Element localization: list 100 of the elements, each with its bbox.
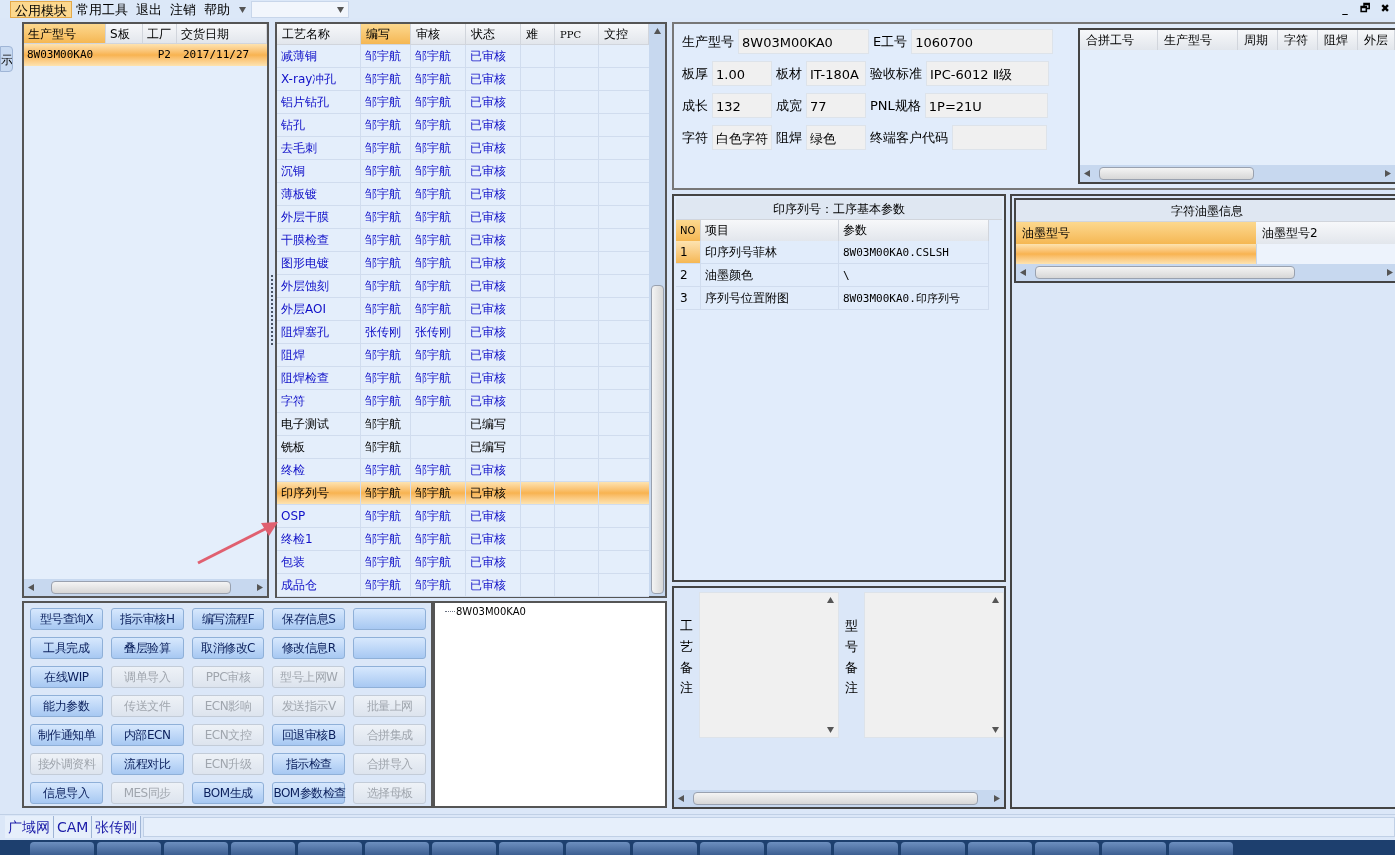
column-header[interactable]: 难 bbox=[521, 24, 555, 44]
splitter-handle[interactable] bbox=[270, 275, 274, 345]
taskbar-button[interactable] bbox=[1169, 842, 1233, 855]
taskbar-button[interactable] bbox=[901, 842, 965, 855]
scroll-right-icon[interactable] bbox=[1386, 269, 1393, 276]
action-button[interactable]: BOM生成 bbox=[191, 782, 265, 804]
table-row[interactable]: 铣板 邹宇航 已编写 bbox=[277, 436, 649, 459]
taskbar-button[interactable] bbox=[1102, 842, 1166, 855]
scroll-right-icon[interactable] bbox=[1384, 170, 1391, 177]
text-field[interactable]: 1.00 bbox=[712, 61, 772, 86]
column-header[interactable]: 审核 bbox=[411, 24, 466, 44]
scroll-up-icon[interactable] bbox=[653, 28, 661, 35]
taskbar-button[interactable] bbox=[164, 842, 228, 855]
taskbar-button[interactable] bbox=[633, 842, 697, 855]
table-row[interactable]: X-ray冲孔 邹宇航 邹宇航 已审核 bbox=[277, 68, 649, 91]
horizontal-scrollbar[interactable] bbox=[1016, 264, 1395, 281]
vertical-scrollbar[interactable] bbox=[649, 24, 665, 596]
text-field[interactable]: 132 bbox=[712, 93, 772, 118]
column-header[interactable]: 合拼工号 bbox=[1080, 30, 1158, 50]
table-row[interactable]: 印序列号 邹宇航 邹宇航 已审核 bbox=[277, 482, 649, 505]
text-field[interactable]: 白色字符 bbox=[712, 125, 772, 150]
action-button[interactable] bbox=[353, 637, 426, 659]
table-row[interactable]: 薄板镀 邹宇航 邹宇航 已审核 bbox=[277, 183, 649, 206]
text-field[interactable]: IPC-6012 Ⅱ级 bbox=[926, 61, 1049, 86]
column-header[interactable]: 字符 bbox=[1278, 30, 1318, 50]
taskbar-button[interactable] bbox=[298, 842, 362, 855]
table-row[interactable]: OSP 邹宇航 邹宇航 已审核 bbox=[277, 505, 649, 528]
window-control-button[interactable]: ✖ bbox=[1375, 0, 1395, 18]
taskbar-button[interactable] bbox=[700, 842, 764, 855]
action-button[interactable]: 指示检查 bbox=[272, 753, 346, 775]
column-header[interactable]: S板 bbox=[106, 24, 143, 43]
tree-node[interactable]: 8W03M00KA0 bbox=[456, 604, 526, 619]
action-button[interactable]: BOM参数检查 bbox=[272, 782, 346, 804]
table-row[interactable]: 8W03M00KA0 P2 2017/11/27 bbox=[24, 44, 267, 66]
taskbar-button[interactable] bbox=[499, 842, 563, 855]
action-button[interactable]: 编写流程F bbox=[191, 608, 265, 630]
taskbar-button[interactable] bbox=[1035, 842, 1099, 855]
column-header[interactable]: 工厂 bbox=[143, 24, 177, 43]
action-button[interactable]: 指示审核H bbox=[110, 608, 184, 630]
caret-icon[interactable] bbox=[239, 5, 246, 13]
window-control-button[interactable]: 🗗 bbox=[1355, 0, 1375, 18]
column-header[interactable]: 参数 bbox=[839, 220, 989, 241]
text-field[interactable]: 1P=21U bbox=[924, 93, 1048, 118]
action-button[interactable]: 内部ECN bbox=[110, 724, 184, 746]
column-header[interactable]: 状态 bbox=[466, 24, 521, 44]
horizontal-scrollbar[interactable] bbox=[1080, 165, 1395, 182]
text-field[interactable]: 绿色 bbox=[806, 125, 866, 150]
taskbar-button[interactable] bbox=[767, 842, 831, 855]
taskbar-button[interactable] bbox=[968, 842, 1032, 855]
column-header[interactable]: 文控 bbox=[599, 24, 649, 44]
action-button[interactable]: 回退审核B bbox=[272, 724, 346, 746]
text-field[interactable]: 8W03M00KA0 bbox=[738, 29, 869, 54]
scroll-left-icon[interactable] bbox=[1084, 170, 1091, 177]
column-header[interactable]: PPC bbox=[555, 24, 599, 44]
table-row[interactable]: 外层蚀刻 邹宇航 邹宇航 已审核 bbox=[277, 275, 649, 298]
table-row[interactable]: 干膜检查 邹宇航 邹宇航 已审核 bbox=[277, 229, 649, 252]
note-field[interactable] bbox=[864, 592, 1004, 738]
taskbar-button[interactable] bbox=[432, 842, 496, 855]
scroll-up-icon[interactable] bbox=[992, 597, 999, 604]
menu-item[interactable]: 帮助 bbox=[200, 0, 234, 18]
table-row[interactable]: 减薄铜 邹宇航 邹宇航 已审核 bbox=[277, 45, 649, 68]
column-header[interactable]: 阻焊 bbox=[1318, 30, 1358, 50]
table-row[interactable]: 阻焊塞孔 张传刚 张传刚 已审核 bbox=[277, 321, 649, 344]
table-row[interactable]: 外层AOI 邹宇航 邹宇航 已审核 bbox=[277, 298, 649, 321]
taskbar-button[interactable] bbox=[97, 842, 161, 855]
table-row[interactable]: 包装 邹宇航 邹宇航 已审核 bbox=[277, 551, 649, 574]
scroll-down-icon[interactable] bbox=[992, 726, 999, 733]
action-button[interactable]: 信息导入 bbox=[30, 782, 103, 804]
action-button[interactable]: 型号查询X bbox=[30, 608, 103, 630]
scroll-right-icon[interactable] bbox=[993, 795, 1000, 802]
column-header[interactable]: NO bbox=[676, 220, 701, 241]
horizontal-scrollbar[interactable] bbox=[674, 790, 1004, 807]
table-row[interactable]: 沉铜 邹宇航 邹宇航 已审核 bbox=[277, 160, 649, 183]
table-row[interactable]: 图形电镀 邹宇航 邹宇航 已审核 bbox=[277, 252, 649, 275]
scroll-up-icon[interactable] bbox=[827, 597, 834, 604]
menu-item[interactable]: 退出 bbox=[132, 0, 166, 18]
column-header[interactable]: 生产型号 bbox=[1158, 30, 1238, 50]
table-row[interactable]: 成品仓 邹宇航 邹宇航 已审核 bbox=[277, 574, 649, 597]
table-row[interactable]: 阻焊 邹宇航 邹宇航 已审核 bbox=[277, 344, 649, 367]
table-row[interactable]: 电子测试 邹宇航 已编写 bbox=[277, 413, 649, 436]
scroll-right-icon[interactable] bbox=[256, 584, 263, 591]
scroll-down-icon[interactable] bbox=[827, 726, 834, 733]
column-header[interactable]: 交货日期 bbox=[177, 24, 267, 43]
action-button[interactable]: 能力参数 bbox=[30, 695, 103, 717]
action-button[interactable] bbox=[353, 608, 426, 630]
column-header[interactable]: 油墨型号2 bbox=[1256, 222, 1395, 244]
note-field[interactable] bbox=[699, 592, 839, 738]
menu-item[interactable]: 公用模块 bbox=[10, 0, 72, 18]
scroll-left-icon[interactable] bbox=[678, 795, 685, 802]
dropdown-field[interactable] bbox=[251, 0, 349, 18]
taskbar-button[interactable] bbox=[365, 842, 429, 855]
scroll-left-icon[interactable] bbox=[28, 584, 35, 591]
action-button[interactable]: 保存信息S bbox=[272, 608, 346, 630]
action-button[interactable]: 在线WIP bbox=[30, 666, 103, 688]
window-control-button[interactable]: _ bbox=[1335, 0, 1355, 18]
action-button[interactable] bbox=[353, 666, 426, 688]
text-field[interactable]: 1060700 bbox=[911, 29, 1054, 54]
column-header[interactable]: 周期 bbox=[1238, 30, 1278, 50]
taskbar-button[interactable] bbox=[834, 842, 898, 855]
column-header[interactable]: 外层 bbox=[1358, 30, 1395, 50]
